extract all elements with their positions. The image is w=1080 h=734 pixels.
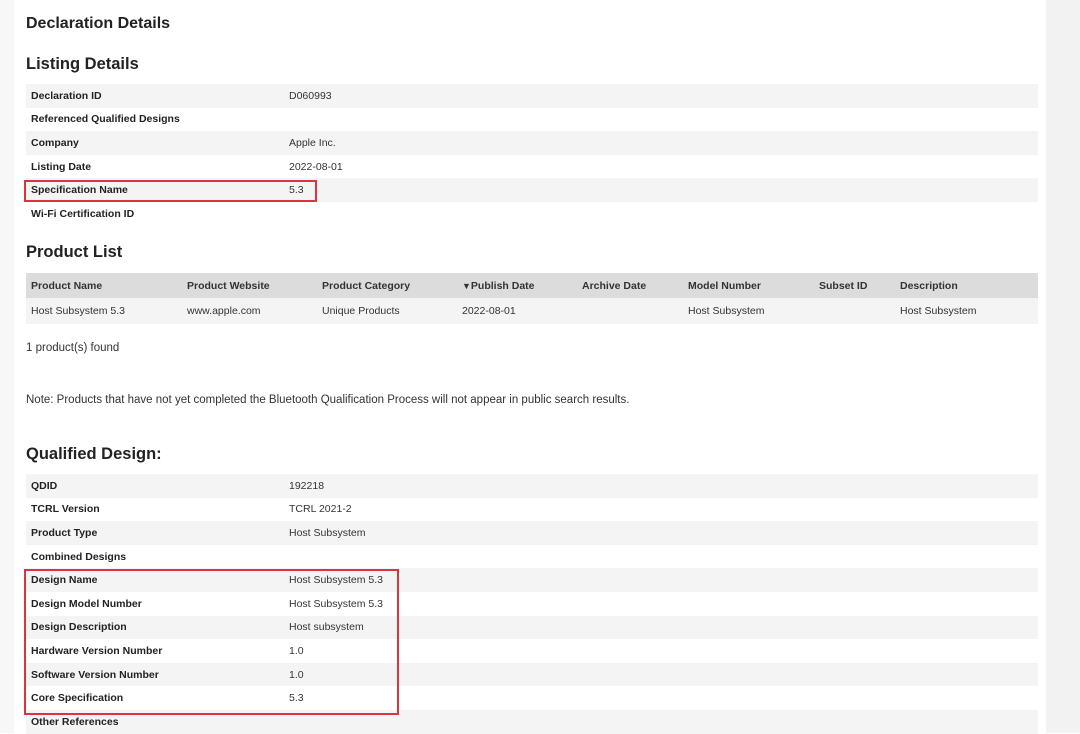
listing-label: Referenced Qualified Designs [31, 113, 180, 126]
sort-desc-icon: ▼ [462, 280, 471, 291]
listing-details-heading: Listing Details [26, 55, 139, 73]
column-header[interactable]: Product Category [322, 280, 462, 292]
highlight-box-design-details [24, 569, 399, 715]
column-header[interactable]: Archive Date [582, 280, 688, 292]
design-row: Combined Designs [26, 544, 1038, 569]
listing-row: Referenced Qualified Designs [26, 107, 1038, 132]
listing-label: Company [31, 136, 79, 149]
highlight-box-specification [24, 180, 317, 202]
design-label: QDID [31, 479, 58, 492]
design-row: QDID 192218 [26, 474, 1038, 498]
design-value: Host Subsystem [289, 526, 366, 539]
cell-model-number: Host Subsystem [688, 305, 765, 317]
cell-product-name[interactable]: Host Subsystem 5.3 [26, 305, 187, 317]
column-header[interactable]: Model Number [688, 280, 819, 292]
listing-details-table: Declaration ID D060993 Referenced Qualifi… [26, 84, 1038, 226]
page-title: Declaration Details [26, 15, 171, 32]
product-list-heading: Product List [26, 243, 123, 261]
column-header[interactable]: Subset ID [819, 280, 900, 292]
listing-row: Company Apple Inc. [26, 131, 1038, 155]
listing-label: Listing Date [31, 160, 92, 173]
column-header-label: Publish Date [470, 279, 535, 292]
listing-label: Declaration ID [31, 89, 102, 102]
cell-publish-date: 2022-08-01 [462, 305, 516, 317]
cell-description: Host Subsystem [900, 305, 977, 317]
listing-label: Wi-Fi Certification ID [31, 207, 135, 220]
design-label: Other References [31, 715, 119, 728]
cell-product-website[interactable]: www.apple.com [187, 305, 322, 317]
cell-product-category: Unique Products [322, 305, 400, 317]
table-row: Host Subsystem 5.3 www.apple.com Unique … [26, 298, 1038, 324]
design-value: TCRL 2021-2 [289, 503, 352, 516]
listing-value: D060993 [289, 89, 332, 102]
design-label: Product Type [31, 526, 98, 539]
design-row: Product Type Host Subsystem [26, 521, 1038, 545]
design-label: TCRL Version [31, 503, 100, 516]
listing-value: Apple Inc. [289, 136, 336, 149]
column-header[interactable]: Description [900, 280, 1038, 292]
product-list-table: Product Name Product Website Product Cat… [26, 273, 1038, 324]
product-list-header: Product Name Product Website Product Cat… [26, 273, 1038, 298]
listing-value: 2022-08-01 [289, 160, 343, 173]
listing-row: Wi-Fi Certification ID [26, 201, 1038, 226]
left-margin [0, 0, 14, 733]
column-header[interactable]: Product Website [187, 280, 322, 292]
note-text: Note: Products that have not yet complet… [26, 394, 630, 406]
design-row: TCRL Version TCRL 2021-2 [26, 497, 1038, 522]
design-value: 192218 [289, 479, 325, 492]
listing-row: Listing Date 2022-08-01 [26, 154, 1038, 179]
column-header[interactable]: Product Name [26, 280, 187, 292]
column-header-publish-date[interactable]: ▼Publish Date [462, 280, 582, 292]
qualified-design-heading: Qualified Design: [26, 445, 162, 463]
design-label: Combined Designs [31, 550, 127, 563]
results-count: 1 product(s) found [26, 342, 120, 354]
right-scroll-gutter [1046, 0, 1080, 733]
listing-row: Declaration ID D060993 [26, 84, 1038, 108]
